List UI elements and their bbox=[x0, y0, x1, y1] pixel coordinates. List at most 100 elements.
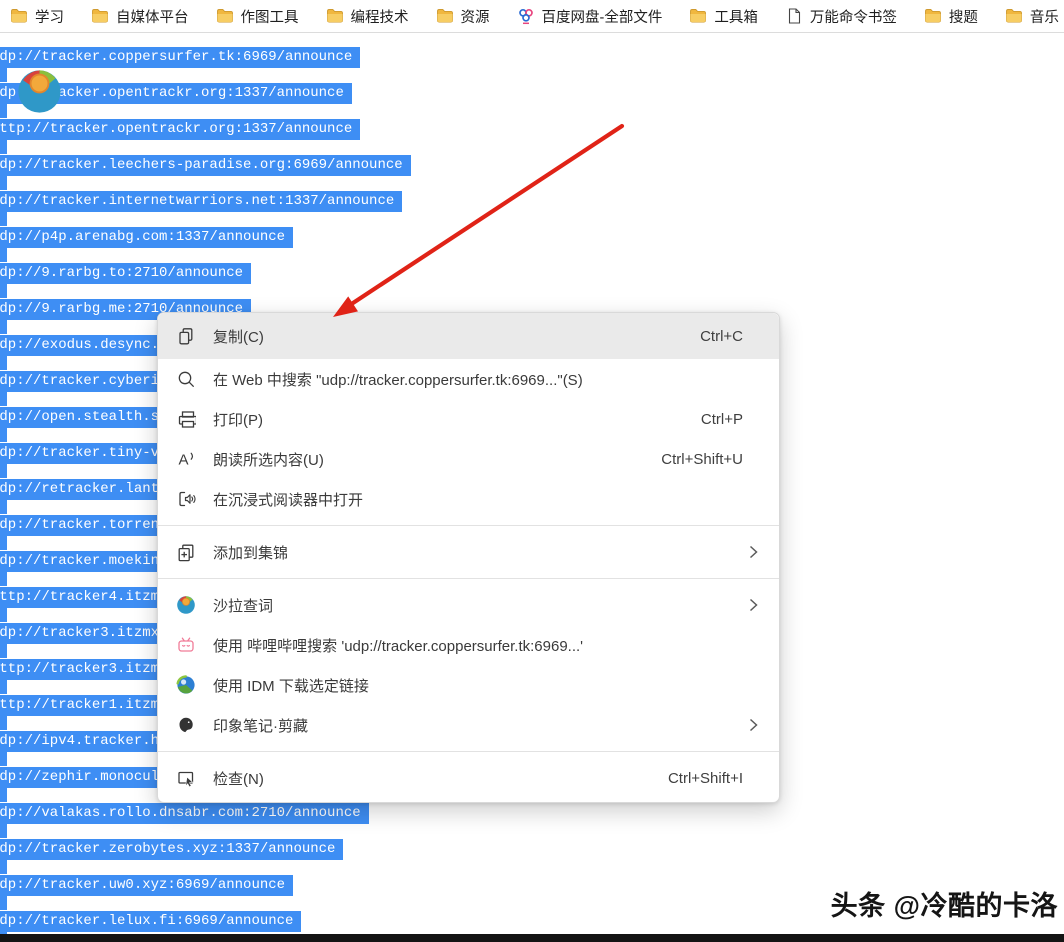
saladict-bubble-icon[interactable] bbox=[16, 68, 63, 115]
menu-item-label: 朗读所选内容(U) bbox=[213, 449, 324, 470]
bottom-black-bar bbox=[0, 934, 1064, 942]
bookmark-label: 学习 bbox=[35, 6, 64, 27]
menu-item-immersive-reader[interactable]: 在沉浸式阅读器中打开 bbox=[158, 479, 779, 519]
selection-newline-tick bbox=[0, 680, 7, 694]
menu-item-label: 添加到集锦 bbox=[213, 542, 288, 563]
menu-item-right bbox=[747, 717, 759, 733]
collections-add-icon bbox=[176, 542, 196, 562]
selection-newline-tick bbox=[0, 68, 7, 82]
folder-icon bbox=[924, 7, 942, 25]
menu-item-evernote-clip[interactable]: 印象笔记·剪藏 bbox=[158, 705, 779, 745]
inspect-icon bbox=[176, 768, 196, 788]
selection-newline-tick bbox=[0, 392, 7, 406]
selection-newline-tick bbox=[0, 428, 7, 442]
bookmark-biancheng[interactable]: 编程技术 bbox=[326, 6, 409, 27]
menu-separator bbox=[158, 578, 779, 579]
menu-item-shortcut: Ctrl+P bbox=[701, 411, 743, 428]
copy-icon bbox=[176, 326, 196, 346]
chevron-right-icon bbox=[747, 597, 759, 613]
bookmark-wannengmingling[interactable]: 万能命令书签 bbox=[785, 6, 897, 27]
tracker-url-selected: udp://tracker.leechers-paradise.org:6969… bbox=[0, 155, 411, 176]
selection-newline-tick bbox=[0, 644, 7, 658]
menu-item-idm-download[interactable]: 使用 IDM 下载选定链接 bbox=[158, 665, 779, 705]
menu-item-saladict[interactable]: 沙拉查词 bbox=[158, 585, 779, 625]
tracker-url-selected: udp://tracker.internetwarriors.net:1337/… bbox=[0, 191, 402, 212]
menu-item-right: Ctrl+Shift+U bbox=[661, 451, 759, 468]
selection-newline-tick bbox=[0, 320, 7, 334]
folder-icon bbox=[689, 7, 707, 25]
watermark-text: 头条 @冷酷的卡洛 bbox=[831, 884, 1058, 923]
selection-newline-tick bbox=[0, 284, 7, 298]
bookmark-label: 资源 bbox=[461, 6, 490, 27]
saladict-icon bbox=[176, 595, 196, 615]
selection-newline-tick bbox=[0, 464, 7, 478]
menu-item-label: 在沉浸式阅读器中打开 bbox=[213, 489, 363, 510]
chevron-right-icon bbox=[747, 717, 759, 733]
idm-icon bbox=[176, 675, 196, 695]
bookmark-ziyuan[interactable]: 资源 bbox=[436, 6, 490, 27]
menu-item-label: 使用 哔哩哔哩搜索 'udp://tracker.coppersurfer.tk… bbox=[213, 635, 583, 656]
tracker-url-selected: udp://p4p.arenabg.com:1337/announce bbox=[0, 227, 293, 248]
tracker-url-selected: http://tracker.opentrackr.org:1337/annou… bbox=[0, 119, 360, 140]
tracker-url-selected: udp://tracker.lelux.fi:6969/announce bbox=[0, 911, 301, 932]
menu-item-search-web[interactable]: 在 Web 中搜索 "udp://tracker.coppersurfer.tk… bbox=[158, 359, 779, 399]
bookmark-gongjuxiang[interactable]: 工具箱 bbox=[689, 6, 758, 27]
selection-newline-tick bbox=[0, 608, 7, 622]
chevron-right-icon bbox=[747, 544, 759, 560]
selection-newline-tick bbox=[0, 896, 7, 910]
baidu-pan-icon bbox=[517, 7, 535, 25]
web-search-icon bbox=[176, 369, 196, 389]
bilibili-icon bbox=[176, 635, 196, 655]
menu-separator bbox=[158, 751, 779, 752]
selection-newline-tick bbox=[0, 536, 7, 550]
folder-icon bbox=[1005, 7, 1023, 25]
bookmark-yinyue[interactable]: 音乐 bbox=[1005, 6, 1059, 27]
menu-item-label: 沙拉查词 bbox=[213, 595, 273, 616]
evernote-icon bbox=[176, 715, 196, 735]
folder-icon bbox=[10, 7, 28, 25]
context-menu: 复制(C) Ctrl+C 在 Web 中搜索 "udp://tracker.copp… bbox=[157, 312, 780, 803]
print-icon bbox=[176, 409, 196, 429]
folder-icon bbox=[436, 7, 454, 25]
tracker-url-selected: udp://valakas.rollo.dnsabr.com:2710/anno… bbox=[0, 803, 369, 824]
menu-item-right bbox=[747, 597, 759, 613]
folder-icon bbox=[326, 7, 344, 25]
menu-item-print[interactable]: 打印(P) Ctrl+P bbox=[158, 399, 779, 439]
selection-newline-tick bbox=[0, 248, 7, 262]
menu-item-bilibili-search[interactable]: 使用 哔哩哔哩搜索 'udp://tracker.coppersurfer.tk… bbox=[158, 625, 779, 665]
selection-newline-tick bbox=[0, 860, 7, 874]
menu-item-label: 打印(P) bbox=[213, 409, 263, 430]
bookmark-label: 自媒体平台 bbox=[116, 6, 189, 27]
page-icon bbox=[785, 7, 803, 25]
menu-item-inspect[interactable]: 检查(N) Ctrl+Shift+I bbox=[158, 758, 779, 798]
bookmark-zuotu[interactable]: 作图工具 bbox=[216, 6, 299, 27]
bookmark-xuexi[interactable]: 学习 bbox=[10, 6, 64, 27]
bookmark-souti[interactable]: 搜题 bbox=[924, 6, 978, 27]
menu-item-shortcut: Ctrl+Shift+I bbox=[668, 770, 743, 787]
bookmark-label: 作图工具 bbox=[241, 6, 299, 27]
menu-item-label: 检查(N) bbox=[213, 768, 264, 789]
selection-newline-tick bbox=[0, 104, 7, 118]
menu-item-read-aloud[interactable]: A朗读所选内容(U)Ctrl+Shift+U bbox=[158, 439, 779, 479]
bookmarks-bar: 学习 自媒体平台 作图工具 编程技术 资源 百度网盘-全部文件 工具箱 万能命令书签 搜题 音乐 bbox=[0, 0, 1064, 33]
tracker-url-selected: udp://9.rarbg.to:2710/announce bbox=[0, 263, 251, 284]
selection-newline-tick bbox=[0, 716, 7, 730]
menu-item-label: 复制(C) bbox=[213, 326, 264, 347]
menu-item-add-to-collections[interactable]: 添加到集锦 bbox=[158, 532, 779, 572]
menu-separator bbox=[158, 525, 779, 526]
menu-item-shortcut: Ctrl+C bbox=[700, 328, 743, 345]
bookmark-zimeiti[interactable]: 自媒体平台 bbox=[91, 6, 189, 27]
bookmark-label: 编程技术 bbox=[351, 6, 409, 27]
menu-item-copy[interactable]: 复制(C) Ctrl+C bbox=[158, 313, 779, 359]
menu-item-label: 印象笔记·剪藏 bbox=[213, 715, 308, 736]
menu-item-label: 在 Web 中搜索 "udp://tracker.coppersurfer.tk… bbox=[213, 369, 583, 390]
selection-newline-tick bbox=[0, 212, 7, 226]
selection-newline-tick bbox=[0, 176, 7, 190]
bookmark-label: 万能命令书签 bbox=[810, 6, 897, 27]
bookmark-baidupan[interactable]: 百度网盘-全部文件 bbox=[517, 6, 663, 27]
menu-item-right bbox=[747, 544, 759, 560]
selection-newline-tick bbox=[0, 140, 7, 154]
tracker-url-selected: udp://tracker.zerobytes.xyz:1337/announc… bbox=[0, 839, 343, 860]
selection-newline-tick bbox=[0, 500, 7, 514]
bookmark-label: 音乐 bbox=[1030, 6, 1059, 27]
